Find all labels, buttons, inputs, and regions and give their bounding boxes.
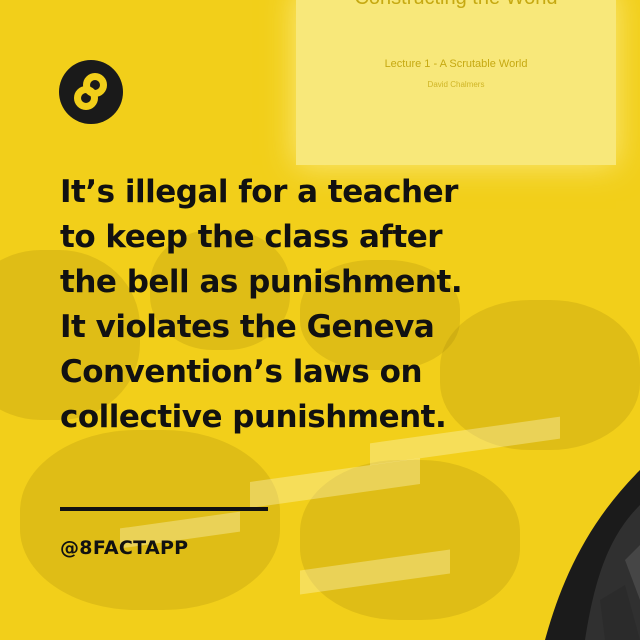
fact-line: It violates the Geneva bbox=[60, 309, 435, 345]
fact-line: It’s illegal for a teacher bbox=[60, 174, 458, 210]
fact-line: the bell as punishment. bbox=[60, 264, 463, 300]
fact-card: Constructing the World Lecture 1 - A Scr… bbox=[0, 0, 640, 640]
infinity-eight-icon bbox=[59, 60, 123, 124]
fact-line: collective punishment. bbox=[60, 399, 447, 435]
divider-line bbox=[60, 507, 268, 511]
fact-line: to keep the class after bbox=[60, 219, 443, 255]
fact-text: It’s illegal for a teacher to keep the c… bbox=[60, 170, 580, 440]
fact-line: Convention’s laws on bbox=[60, 354, 423, 390]
social-handle: @8FACTAPP bbox=[60, 537, 189, 559]
